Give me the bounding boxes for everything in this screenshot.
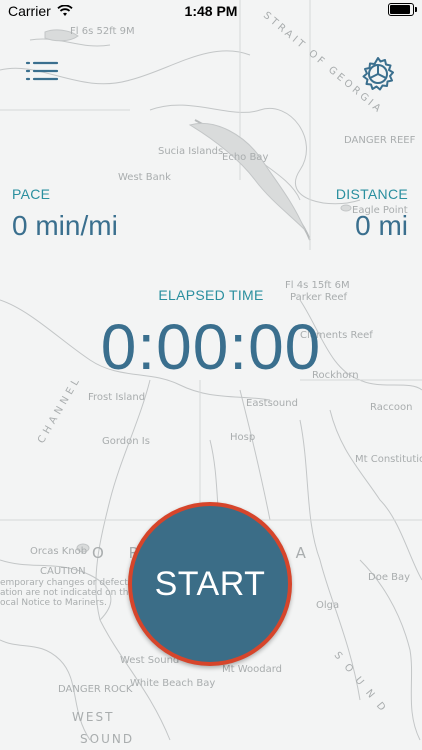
start-button-label: START [154, 564, 266, 603]
map-label-echo-bay: Echo Bay [222, 152, 269, 163]
map-label-west-sound: West Sound [120, 655, 180, 666]
distance-value: 0 mi [355, 210, 408, 241]
map-label-west: WEST [72, 710, 115, 724]
map-label-white-beach-bay: White Beach Bay [130, 678, 216, 689]
map-label-gordon: Gordon Is [102, 436, 150, 447]
status-bar: Carrier 1:48 PM [0, 0, 422, 22]
elapsed-time-value: 0:00:00 [100, 311, 322, 383]
pace-value: 0 min/mi [12, 210, 118, 241]
map-label-danger-rock: DANGER ROCK [58, 684, 133, 695]
map-label-west-bank: West Bank [118, 172, 171, 183]
start-button[interactable]: START [128, 502, 292, 666]
gear-icon [362, 57, 394, 91]
status-right [388, 3, 417, 16]
map-label-frost-island: Frost Island [88, 392, 146, 403]
map-label-caution: CAUTION [40, 566, 86, 577]
list-menu-icon [25, 61, 59, 81]
map-label-sucia: Sucia Islands [158, 146, 224, 157]
map-label-orcas-knob: Orcas Knob [30, 546, 88, 557]
map-label-hospital: Hosp [230, 432, 256, 443]
map-label-olga: Olga [316, 600, 340, 611]
map-label-mt-constitution: Mt Constitution [355, 454, 422, 465]
map-label-sound: SOUND [80, 732, 135, 746]
map-label-mt-woodard: Mt Woodard [222, 664, 283, 675]
map-label-caution-line-3: ocal Notice to Mariners. [0, 598, 107, 608]
map-label-eastsound: Eastsound [246, 398, 298, 409]
map-label-skipjack: Fl 6s 52ft 9M [70, 26, 135, 37]
status-time: 1:48 PM [184, 3, 238, 19]
map-label-danger-reef: DANGER REEF [344, 135, 416, 146]
elapsed-time-label: ELAPSED TIME [158, 287, 264, 303]
pace-label: PACE [12, 186, 51, 202]
menu-button[interactable] [24, 58, 60, 88]
distance-label: DISTANCE [335, 186, 408, 202]
settings-button[interactable] [358, 54, 398, 94]
map-label-doe-bay: Doe Bay [368, 572, 411, 583]
map-label-raccoon: Raccoon [370, 402, 413, 413]
battery-icon [388, 3, 417, 16]
